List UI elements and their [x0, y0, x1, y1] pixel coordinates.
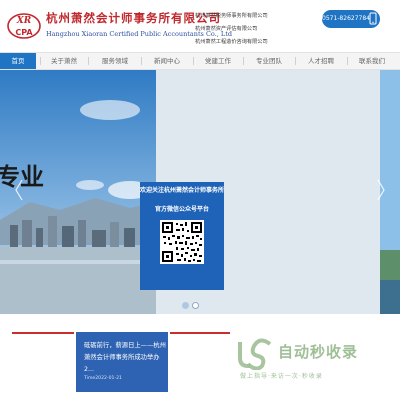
subsidiary-item: 杭州萧然资产评估有限公司 [195, 26, 258, 32]
nav-item-careers[interactable]: 人才招聘 [296, 53, 346, 69]
site-header: XR CPA 杭州萧然会计师事务所有限公司 Hangzhou Xiaoran C… [0, 0, 400, 52]
news-card[interactable]: 砥砺前行，薪源日上——杭州萧然会计师事务所成功举办2... Time2022-0… [76, 332, 168, 392]
logo-text-top: XR [16, 16, 32, 26]
section-accent-line [12, 332, 74, 334]
xr-cpa-logo[interactable]: XR CPA [6, 8, 42, 42]
section-accent-line [170, 332, 230, 334]
logo-text-bottom: CPA [15, 28, 33, 37]
hero-slideshow[interactable]: 专业 欢迎关注杭州萧然会计师事务所 官方微信公众号平台 [0, 70, 400, 314]
nav-item-news[interactable]: 新闻中心 [142, 53, 192, 69]
chevron-right-icon[interactable] [376, 178, 386, 202]
main-nav: 首页 关于萧然 服务领域 新闻中心 党建工作 专业团队 人才招聘 联系我们 [0, 52, 400, 70]
popup-subtitle: 官方微信公众号平台 [154, 206, 209, 213]
wechat-popup: 欢迎关注杭州萧然会计师事务所 官方微信公众号平台 [140, 182, 224, 290]
news-title[interactable]: 砥砺前行，薪源日上——杭州萧然会计师事务所成功举办2... [84, 340, 166, 376]
subsidiary-item: 杭州萧然工程造价咨询有限公司 [195, 39, 268, 45]
nav-item-services[interactable]: 服务领域 [89, 53, 141, 69]
subsidiary-list: 杭州萧然税务师事务所有限公司 杭州萧然资产评估有限公司 杭州萧然工程造价咨询有限… [195, 10, 268, 49]
nav-item-party[interactable]: 党建工作 [194, 53, 242, 69]
popup-title: 欢迎关注杭州萧然会计师事务所 [140, 187, 225, 194]
slide-indicator-1[interactable] [182, 302, 189, 309]
nav-item-contact[interactable]: 联系我们 [348, 53, 396, 69]
news-date: Time2022-01-21 [84, 376, 122, 381]
watermark-logo-icon [238, 338, 272, 370]
mobile-phone-icon [369, 12, 377, 25]
nav-item-about[interactable]: 关于萧然 [41, 53, 87, 69]
nav-item-team[interactable]: 专业团队 [244, 53, 294, 69]
chevron-left-icon[interactable] [14, 178, 24, 202]
subsidiary-item: 杭州萧然税务师事务所有限公司 [195, 13, 268, 19]
phone-number: 0571-82627784 [322, 15, 370, 22]
watermark-title: 自动秒收录 [278, 343, 359, 361]
watermark-slogan: 做上指导·来访一次·秒收录 [240, 373, 323, 380]
wechat-qr-code [160, 220, 204, 264]
nav-item-home[interactable]: 首页 [0, 53, 36, 69]
slide-indicator-2[interactable] [192, 302, 199, 309]
qr-code-icon [160, 220, 204, 264]
